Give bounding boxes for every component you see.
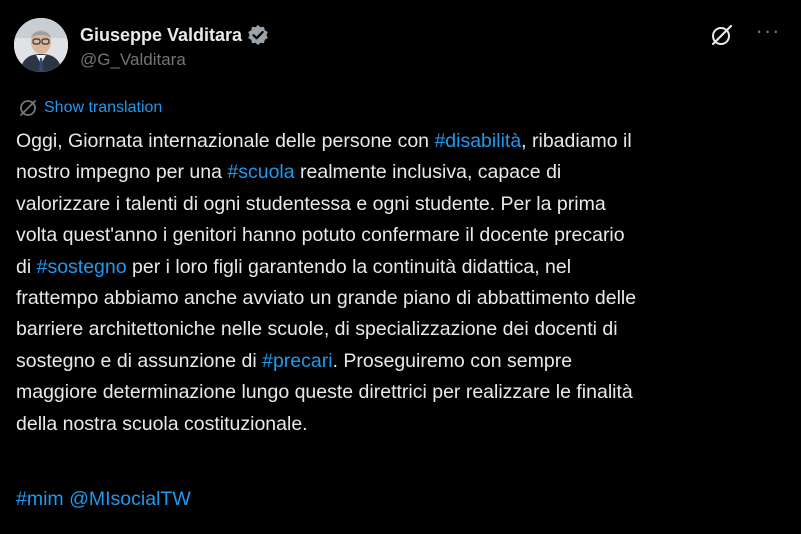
tweet-line: frattempo abbiamo anche avviato un grand…: [16, 283, 791, 314]
hashtag-link[interactable]: #scuola: [227, 161, 294, 183]
tweet-line: volta quest'anno i genitori hanno potuto…: [16, 220, 791, 251]
hashtag-link[interactable]: #precari: [262, 350, 332, 372]
tweet-text-segment: realmente inclusiva, capace di: [294, 161, 562, 184]
tweet-text-segment: barriere architettoniche nelle scuole, d…: [16, 318, 618, 341]
tweet-line: nostro impegno per una #scuola realmente…: [16, 157, 791, 188]
tweet-footer-tags: #mim @MIsocialTW: [16, 484, 191, 515]
tweet-text-segment: maggiore determinazione lungo queste dir…: [16, 381, 633, 404]
tweet-text: Oggi, Giornata internazionale delle pers…: [16, 126, 791, 440]
tweet-text-segment: , ribadiamo il: [521, 130, 632, 152]
tweet-line: di #sostegno per i loro figli garantendo…: [16, 252, 791, 283]
hashtag-link[interactable]: #disabilità: [434, 130, 521, 152]
tweet-text-segment: per i loro figli garantendo la continuit…: [126, 255, 572, 278]
tweet-header: Giuseppe Valditara @G_Valditara ···: [14, 18, 787, 78]
tweet-text-segment: . Proseguiremo con sempre: [332, 349, 573, 372]
user-handle[interactable]: @G_Valditara: [80, 50, 269, 70]
display-name[interactable]: Giuseppe Valditara: [80, 25, 242, 46]
tweet-text-segment: Oggi, Giornata internazionale delle pers…: [16, 130, 435, 152]
tweet-line: valorizzare i talenti di ogni studentess…: [16, 189, 791, 220]
show-translation[interactable]: Show translation: [18, 98, 162, 118]
tweet-line: sostegno e di assunzione di #precari. Pr…: [16, 346, 791, 377]
tweet-line: maggiore determinazione lungo queste dir…: [16, 377, 791, 408]
tweet-text-segment: valorizzare i talenti di ogni studentess…: [16, 192, 606, 215]
tweet-line: barriere architettoniche nelle scuole, d…: [16, 314, 791, 345]
tweet-text-segment: volta quest'anno i genitori hanno potuto…: [16, 224, 625, 247]
author-block: Giuseppe Valditara @G_Valditara: [80, 22, 269, 70]
tweet-text-segment: frattempo abbiamo anche avviato un grand…: [16, 287, 637, 310]
mention-misocialtw[interactable]: @MIsocialTW: [69, 488, 191, 510]
tweet-text-segment: sostegno e di assunzione di: [16, 349, 263, 372]
verified-badge-icon[interactable]: [247, 24, 269, 46]
avatar[interactable]: [14, 18, 68, 72]
tweet-text-segment: nostro impegno per una: [16, 161, 228, 184]
grok-icon[interactable]: [709, 22, 735, 48]
translate-globe-icon: [18, 98, 38, 118]
tweet-text-segment: di: [16, 255, 37, 278]
tweet-line: Oggi, Giornata internazionale delle pers…: [16, 126, 791, 157]
more-options-icon[interactable]: ···: [751, 20, 785, 50]
tweet-line: della nostra scuola costituzionale.: [16, 409, 791, 440]
show-translation-link[interactable]: Show translation: [44, 99, 162, 117]
tweet-text-segment: della nostra scuola costituzionale.: [16, 412, 308, 435]
hashtag-mim[interactable]: #mim: [16, 488, 64, 510]
hashtag-link[interactable]: #sostegno: [37, 256, 127, 278]
